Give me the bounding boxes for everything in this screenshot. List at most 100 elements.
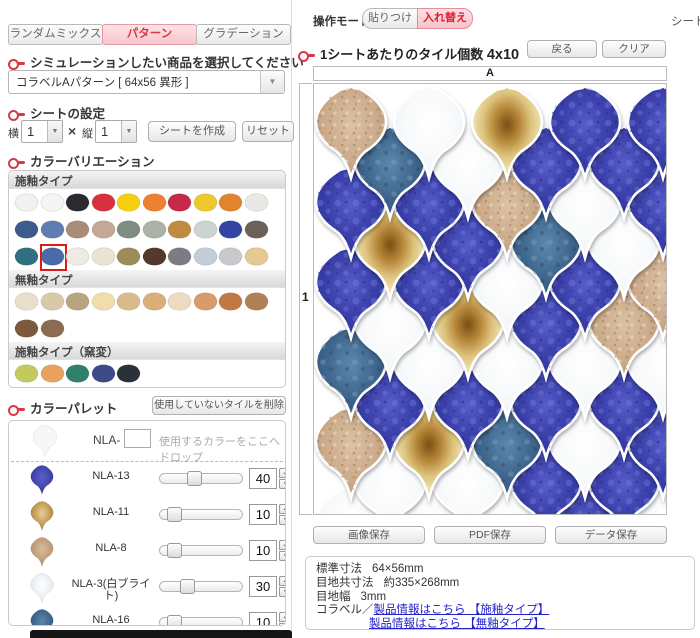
ratio-input[interactable]: 10	[249, 612, 277, 626]
color-swatch[interactable]	[91, 217, 117, 242]
sheet-height-spinner[interactable]: 1 ▼	[95, 120, 137, 143]
color-swatch[interactable]	[14, 190, 40, 215]
ratio-input[interactable]: 40	[249, 468, 277, 489]
palette-tile-icon	[29, 536, 55, 568]
variation-group-header: 無釉タイプ	[9, 270, 285, 288]
save-button-1[interactable]: PDF保存	[434, 526, 546, 544]
color-swatch[interactable]	[40, 316, 66, 341]
color-swatch[interactable]	[218, 244, 244, 269]
color-swatch[interactable]	[244, 190, 270, 215]
stepper-down-icon[interactable]: ▼	[279, 587, 286, 597]
color-swatch[interactable]	[65, 289, 91, 314]
color-swatch[interactable]	[218, 217, 244, 242]
color-swatch[interactable]	[142, 217, 168, 242]
color-swatch[interactable]	[167, 244, 193, 269]
color-swatch[interactable]	[91, 361, 117, 386]
product-info-link-unglazed[interactable]: 製品情報はこちら 【無釉タイプ】	[369, 618, 545, 630]
color-swatch[interactable]	[91, 190, 117, 215]
ratio-slider[interactable]	[159, 581, 243, 592]
ratio-slider[interactable]	[159, 509, 243, 520]
ratio-input[interactable]: 10	[249, 504, 277, 525]
color-swatch[interactable]	[193, 190, 219, 215]
product-info-link-glazed[interactable]: 製品情報はこちら 【施釉タイプ】	[374, 604, 550, 616]
stepper-up-icon[interactable]: ▲	[279, 540, 286, 550]
ratio-slider[interactable]	[159, 617, 243, 626]
chevron-down-icon[interactable]: ▼	[47, 121, 62, 142]
color-swatch[interactable]	[116, 289, 142, 314]
color-swatch[interactable]	[65, 244, 91, 269]
color-swatch[interactable]	[14, 244, 40, 269]
color-swatch[interactable]	[167, 289, 193, 314]
tile-sheet-canvas[interactable]	[313, 83, 667, 515]
stepper-up-icon[interactable]: ▲	[279, 504, 286, 514]
slider-thumb[interactable]	[187, 471, 202, 486]
ratio-slider[interactable]	[159, 545, 243, 556]
chevron-down-icon[interactable]: ▼	[260, 71, 284, 93]
slider-thumb[interactable]	[167, 543, 182, 558]
product-select-dropdown[interactable]: コラベルAパターン [ 64x56 異形 ] ▼	[8, 70, 285, 94]
chevron-down-icon[interactable]: ▼	[121, 121, 136, 142]
color-swatch[interactable]	[116, 217, 142, 242]
swatch-row	[9, 243, 285, 270]
sheet-corner-label[interactable]: シート図	[671, 13, 700, 29]
stepper-down-icon[interactable]: ▼	[279, 515, 286, 525]
color-swatch[interactable]	[14, 316, 40, 341]
tab-0[interactable]: ランダムミックス	[8, 24, 103, 45]
color-swatch[interactable]	[65, 361, 91, 386]
color-swatch[interactable]	[14, 289, 40, 314]
stepper-down-icon[interactable]: ▼	[279, 551, 286, 561]
color-swatch[interactable]	[244, 244, 270, 269]
save-button-0[interactable]: 画像保存	[313, 526, 425, 544]
color-swatch[interactable]	[116, 244, 142, 269]
color-swatch[interactable]	[40, 289, 66, 314]
save-button-2[interactable]: データ保存	[555, 526, 667, 544]
color-swatch[interactable]	[14, 217, 40, 242]
ratio-input[interactable]: 30	[249, 576, 277, 597]
color-swatch[interactable]	[65, 190, 91, 215]
color-swatch[interactable]	[40, 361, 66, 386]
color-swatch[interactable]	[142, 289, 168, 314]
color-swatch[interactable]	[40, 244, 66, 269]
ratio-slider[interactable]	[159, 473, 243, 484]
slider-thumb[interactable]	[167, 615, 182, 626]
color-swatch[interactable]	[244, 217, 270, 242]
slider-thumb[interactable]	[180, 579, 195, 594]
color-swatch[interactable]	[218, 289, 244, 314]
stepper-up-icon[interactable]: ▲	[279, 468, 286, 478]
stepper-down-icon[interactable]: ▼	[279, 623, 286, 626]
sheet-width-spinner[interactable]: 1 ▼	[21, 120, 63, 143]
operation-mode-button-0[interactable]: 貼りつけ	[362, 8, 418, 29]
palette-tile-icon	[29, 608, 55, 626]
color-swatch[interactable]	[65, 217, 91, 242]
color-swatch[interactable]	[142, 244, 168, 269]
color-swatch[interactable]	[193, 217, 219, 242]
clear-button[interactable]: クリア	[602, 40, 666, 58]
color-swatch[interactable]	[14, 361, 40, 386]
back-button[interactable]: 戻る	[527, 40, 597, 58]
color-swatch[interactable]	[244, 289, 270, 314]
create-sheet-button[interactable]: シートを作成	[148, 121, 236, 142]
operation-mode-button-1[interactable]: 入れ替え	[417, 8, 473, 29]
ratio-input[interactable]: 10	[249, 540, 277, 561]
tab-1[interactable]: パターン	[102, 24, 197, 45]
color-swatch[interactable]	[193, 289, 219, 314]
stepper-up-icon[interactable]: ▲	[279, 576, 286, 586]
color-swatch[interactable]	[116, 190, 142, 215]
color-swatch[interactable]	[91, 289, 117, 314]
color-swatch[interactable]	[167, 190, 193, 215]
palette-code-input[interactable]	[124, 429, 151, 448]
color-swatch[interactable]	[167, 217, 193, 242]
reset-button[interactable]: リセット	[242, 121, 294, 142]
color-swatch[interactable]	[116, 361, 142, 386]
color-swatch[interactable]	[40, 190, 66, 215]
slider-thumb[interactable]	[167, 507, 182, 522]
color-swatch[interactable]	[142, 190, 168, 215]
tab-2[interactable]: グラデーション	[196, 24, 291, 45]
color-swatch[interactable]	[40, 217, 66, 242]
color-swatch[interactable]	[218, 190, 244, 215]
color-swatch[interactable]	[193, 244, 219, 269]
stepper-down-icon[interactable]: ▼	[279, 479, 286, 489]
color-swatch[interactable]	[91, 244, 117, 269]
stepper-up-icon[interactable]: ▲	[279, 612, 286, 622]
delete-unused-tiles-button[interactable]: 使用していないタイルを削除	[152, 396, 286, 415]
